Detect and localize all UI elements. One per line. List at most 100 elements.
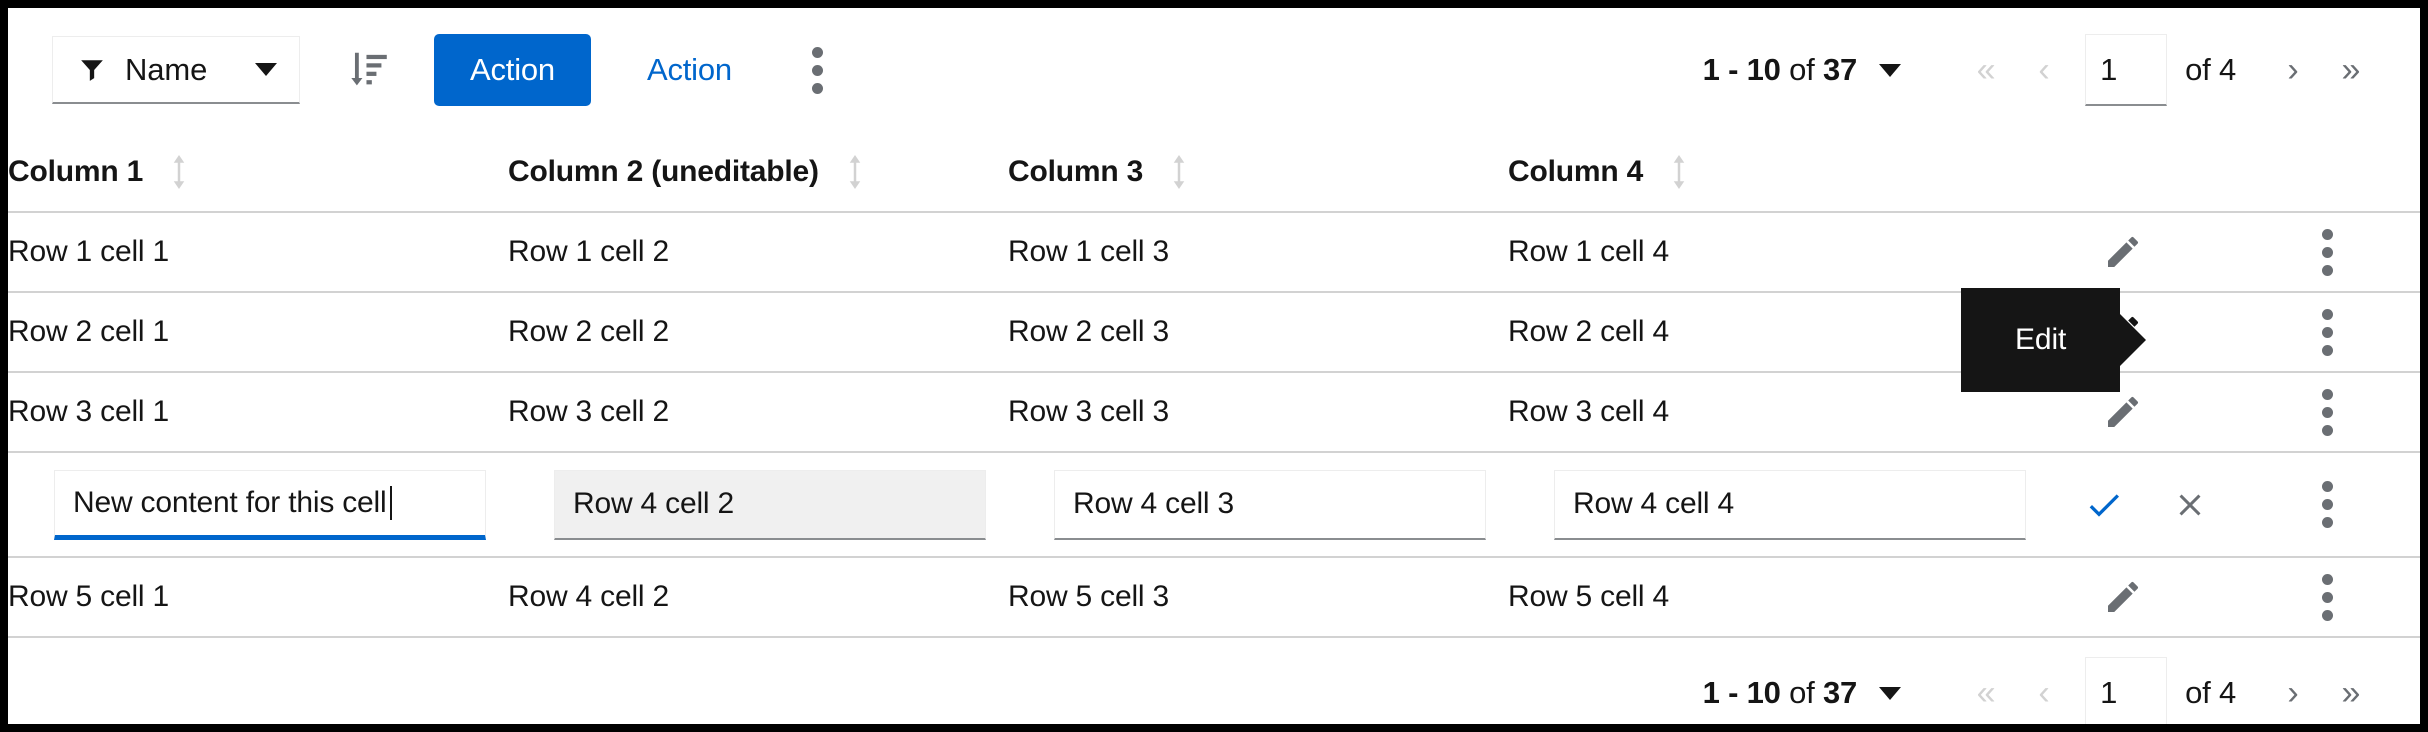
cell-editor-input-4[interactable]: Row 4 cell 4 [1554,469,2026,540]
table-cell: Row 2 cell 4 [1508,315,1670,348]
toolbar-overflow-button[interactable] [782,34,854,106]
cell-editor-input-1[interactable]: New content for this cell [54,469,486,540]
kebab-vertical-icon-dot [812,46,824,58]
primary-action-button[interactable]: Action [434,34,591,106]
text-caret [390,485,393,520]
pencil-icon [2108,316,2138,347]
table-cell: Row 5 cell 3 [1008,580,1170,613]
pagination-range-sep: - [1719,675,1747,710]
kebab-vertical-icon-dot [2321,406,2333,418]
sort-arrows-icon[interactable] [171,154,187,189]
table-body: Row 1 cell 1 Row 1 cell 2 Row 1 cell 3 R… [8,212,2420,637]
row-overflow-cell [2248,372,2420,452]
filter-select-label: Name [125,51,208,87]
sort-descending-button[interactable] [330,32,406,108]
top-pagination: 1 - 10 of 37 « ‹ of 4 › » [1703,34,2420,106]
table-cell: Row 3 cell 1 [8,395,170,428]
last-page-button[interactable]: » [2322,657,2380,724]
table-widget: Name Action Action 1 - 10 of 37 « ‹ 1 of… [8,8,2420,724]
cell-editor-input-3[interactable]: Row 4 cell 3 [1054,469,1486,540]
bottom-pagination: 1 - 10 of 37 « ‹ of 4 › » [1703,657,2420,724]
row-overflow-button[interactable] [2292,377,2362,447]
table-cell: Row 2 cell 1 [8,315,170,348]
filter-select[interactable]: Name [52,36,300,104]
row-overflow-button[interactable] [2292,470,2362,540]
last-page-button[interactable]: » [2322,34,2380,106]
data-table: Column 1 Column 2 (uneditable) Column 3 … [8,132,2420,638]
next-page-button[interactable]: › [2264,657,2322,724]
times-icon [2179,494,2201,515]
column-header-overflow [2248,132,2420,212]
table-cell: Row 2 cell 3 [1008,315,1170,348]
cell-editor-input-2-disabled: Row 4 cell 2 [554,469,986,540]
cell-editor-value: Row 4 cell 4 [1573,487,1735,520]
cell-editor-value: New content for this cell [73,485,387,519]
column-header-label: Column 2 (uneditable) [508,154,819,188]
row-actions-cell [2048,292,2248,372]
table-cell-editor: Row 4 cell 4 [1508,452,2048,557]
table-row: Row 5 cell 1 Row 4 cell 2 Row 5 cell 3 R… [8,557,2420,637]
table-row: Row 2 cell 1 Row 2 cell 2 Row 2 cell 3 R… [8,292,2420,372]
row-overflow-button[interactable] [2292,217,2362,287]
row-edit-button[interactable] [2088,217,2158,287]
caret-down-icon [255,63,277,76]
first-page-button[interactable]: « [1957,34,2015,106]
table-cell: Row 3 cell 3 [1008,395,1170,428]
kebab-vertical-icon-dot [2321,264,2333,276]
row-overflow-button[interactable] [2292,297,2362,367]
per-page-selector[interactable]: 1 - 10 of 37 [1702,52,1902,88]
column-header-1: Column 1 [8,132,508,212]
table-cell: Row 5 cell 1 [8,580,170,613]
row-overflow-cell [2248,212,2420,292]
row-edit-button[interactable] [2088,297,2158,367]
row-edit-button[interactable] [2088,562,2158,632]
kebab-vertical-icon-dot [2321,517,2333,528]
table-cell: Row 1 cell 3 [1008,235,1170,268]
confirm-edit-button[interactable] [2076,477,2132,533]
kebab-vertical-icon-dot [812,82,824,94]
kebab-vertical-icon-dot [2321,591,2333,603]
column-header-label: Column 3 [1008,154,1144,188]
sort-arrows-icon[interactable] [1171,154,1187,189]
previous-page-button[interactable]: ‹ [2015,657,2073,724]
pagination-range-end: 10 [1746,675,1781,710]
cell-editor-value: Row 4 cell 3 [1073,487,1235,520]
secondary-action-button[interactable]: Action [621,34,758,106]
first-page-button[interactable]: « [1957,657,2015,724]
pagination-range-start: 1 [1702,52,1720,87]
pagination-summary: 1 - 10 of 37 [1702,52,1858,88]
kebab-vertical-icon-dot [2321,246,2333,258]
row-overflow-button[interactable] [2292,562,2362,632]
kebab-vertical-icon-dot [2321,308,2333,320]
table-toolbar: Name Action Action 1 - 10 of 37 « ‹ 1 of… [8,8,2420,132]
column-header-label: Column 4 [1508,154,1644,188]
pagination-nav-bottom: « ‹ of 4 › » [1957,657,2380,724]
table-cell: Row 2 cell 2 [508,315,670,348]
kebab-vertical-icon-dot [2321,499,2333,510]
kebab-vertical-icon-dot [2321,388,2333,400]
page-number-input[interactable] [2085,34,2168,106]
column-header-label: Column 1 [8,154,144,188]
table-cell-editor: Row 4 cell 2 [508,452,1008,557]
table-cell: Row 5 cell 4 [1508,580,1670,613]
pagination-summary: 1 - 10 of 37 [1703,675,1858,711]
table-cell: Row 1 cell 1 [8,235,170,268]
table-cell: Row 4 cell 2 [508,580,670,613]
previous-page-button[interactable]: ‹ [2015,34,2073,106]
row-overflow-cell [2248,557,2420,637]
per-page-selector-bottom[interactable]: 1 - 10 of 37 [1703,675,1902,711]
cancel-edit-button[interactable] [2162,477,2218,533]
row-actions-cell [2048,372,2248,452]
row-overflow-cell [2248,292,2420,372]
cell-editor-value: Row 4 cell 2 [573,487,735,520]
row-edit-button[interactable] [2088,377,2158,447]
kebab-vertical-icon-dot [2321,609,2333,621]
table-footer: 1 - 10 of 37 « ‹ of 4 › » [8,638,2420,724]
next-page-button[interactable]: › [2264,34,2322,106]
page-number-input[interactable] [2085,657,2168,724]
pagination-nav: « ‹ of 4 › » [1957,34,2380,106]
row-editor-actions-cell [2048,452,2248,557]
pencil-icon [2108,396,2138,427]
sort-arrows-icon[interactable] [1671,154,1687,189]
sort-arrows-icon[interactable] [847,154,863,189]
